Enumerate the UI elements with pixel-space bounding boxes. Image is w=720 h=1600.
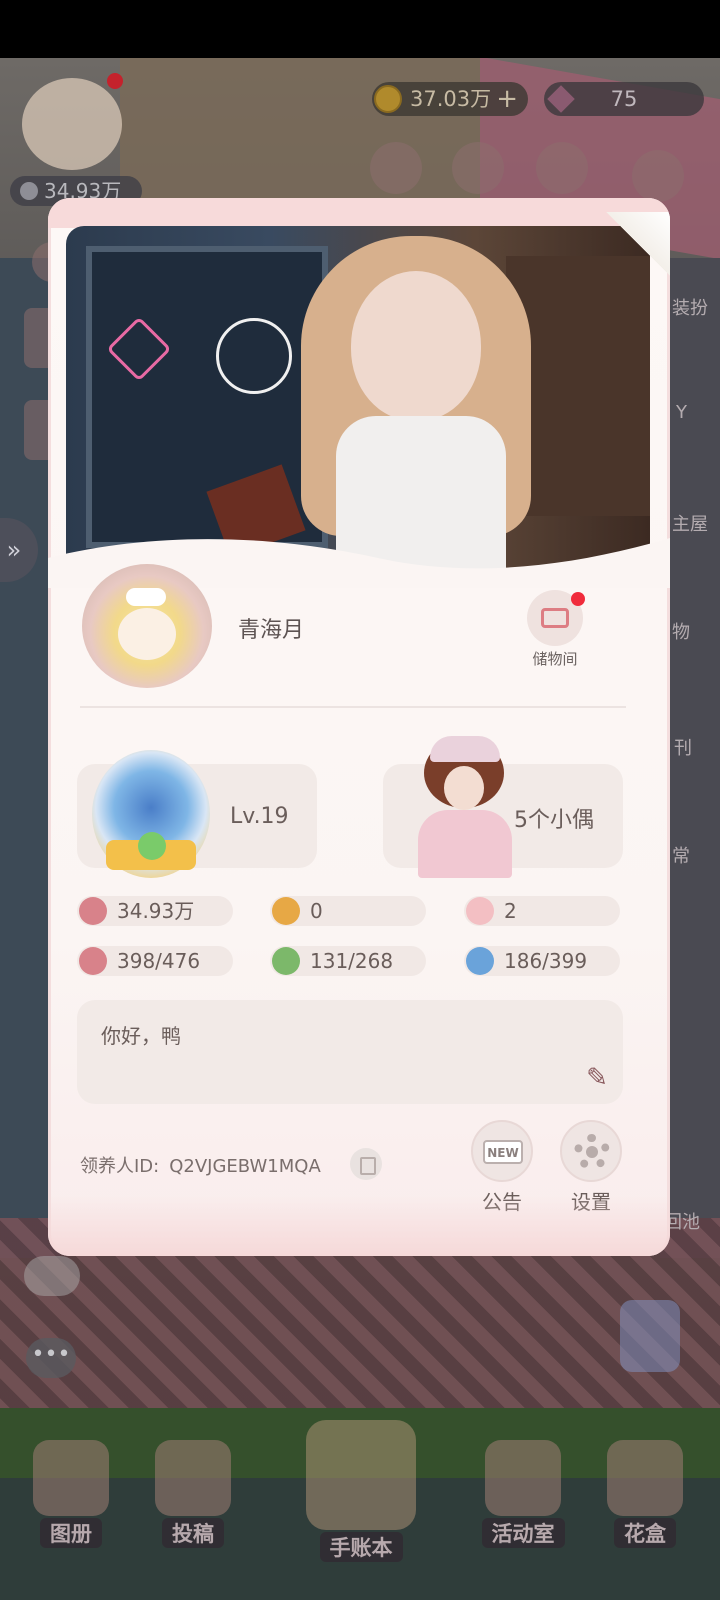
- mini-doll-dress: [418, 810, 512, 878]
- signature-box[interactable]: 你好，鸭 ✎: [77, 1000, 623, 1104]
- adopter-id-label: 领养人ID:: [80, 1156, 160, 1177]
- hud-gem-chip[interactable]: 75: [544, 82, 704, 116]
- video-icon[interactable]: [452, 142, 504, 194]
- level-badge-icon: [92, 750, 210, 878]
- heart-icon: [466, 897, 494, 925]
- copy-icon[interactable]: [350, 1148, 382, 1180]
- settings-circle: [560, 1120, 622, 1182]
- profile-divider: [80, 706, 626, 708]
- heart-icon[interactable]: [536, 142, 588, 194]
- adopter-id-value: Q2VJGEBW1MQA: [169, 1156, 321, 1177]
- avatar-bow: [126, 588, 166, 606]
- storage-room-label: 储物间: [532, 650, 578, 668]
- stat-outfits-value: 398/476: [117, 949, 201, 973]
- profile-avatar[interactable]: [82, 564, 212, 688]
- coin-icon: [374, 85, 402, 113]
- flower-box-icon: [607, 1440, 683, 1516]
- profile-banner-image[interactable]: [66, 226, 650, 570]
- nav-submit-label: 投稿: [162, 1518, 224, 1548]
- card-bottom-strip: [48, 1196, 670, 1256]
- stat-fans-value: 34.93万: [117, 899, 195, 923]
- add-coins-button[interactable]: +: [496, 82, 518, 116]
- hud-avatar-notification-dot: [107, 73, 123, 89]
- stat-outfits: 398/476: [77, 946, 233, 976]
- dress-icon: [79, 947, 107, 975]
- adopter-id-row: 领养人ID: Q2VJGEBW1MQA: [80, 1152, 321, 1178]
- handbook-icon: [306, 1420, 416, 1530]
- bunny-icon[interactable]: [370, 142, 422, 194]
- mini-doll-face: [444, 766, 484, 810]
- side-label-daily[interactable]: 常: [672, 842, 690, 868]
- card-top-strip: [48, 198, 670, 228]
- footprint-icon: [272, 897, 300, 925]
- storage-box-icon: [541, 608, 569, 628]
- bunny-decoration-icon: [24, 1256, 80, 1296]
- mini-doll-avatar: [410, 736, 520, 878]
- chat-icon[interactable]: •••: [26, 1338, 76, 1378]
- hud-gem-value: 75: [610, 87, 638, 111]
- album-icon: [33, 1440, 109, 1516]
- profile-nickname: 青海月: [238, 618, 305, 643]
- stat-footprints-value: 0: [310, 899, 323, 923]
- gem-icon: [547, 85, 575, 113]
- stat-hearts-value: 2: [504, 899, 517, 923]
- nav-album[interactable]: 图册: [16, 1440, 126, 1548]
- new-tag-icon: NEW: [483, 1140, 523, 1164]
- nav-flower-box-label: 花盒: [614, 1518, 676, 1548]
- nav-activity-room-label: 活动室: [481, 1518, 565, 1548]
- hud-avatar[interactable]: [22, 78, 122, 170]
- flower-icon[interactable]: [632, 150, 684, 202]
- neon-hello-sign: [216, 318, 292, 394]
- stat-furniture: 131/268: [270, 946, 426, 976]
- fans-icon: [20, 182, 38, 200]
- dolls-count: 5个小偶: [514, 808, 594, 833]
- badge-flower: [138, 832, 166, 860]
- film-icon: [155, 1440, 231, 1516]
- hud-coin-value: 37.03万: [410, 87, 492, 111]
- banner-doll-face: [351, 271, 481, 421]
- storage-room-button[interactable]: 储物间: [524, 590, 586, 669]
- storage-notification-dot: [571, 592, 585, 606]
- storage-circle: [527, 590, 585, 646]
- bag-icon: [466, 947, 494, 975]
- nav-album-label: 图册: [40, 1518, 102, 1548]
- stat-furniture-value: 131/268: [310, 949, 394, 973]
- stat-hearts: 2: [464, 896, 620, 926]
- side-label-journal[interactable]: 刊: [674, 734, 692, 760]
- nav-handbook[interactable]: 手账本: [296, 1420, 426, 1562]
- level-value: Lv.19: [230, 804, 289, 829]
- teddy-bear-icon: [485, 1440, 561, 1516]
- announcement-circle: NEW: [471, 1120, 533, 1182]
- fans-icon: [79, 897, 107, 925]
- nav-activity-room[interactable]: 活动室: [468, 1440, 578, 1548]
- mini-doll-hat: [430, 736, 500, 762]
- hud-coin-chip[interactable]: 37.03万 +: [372, 82, 528, 116]
- stat-bags-value: 186/399: [504, 949, 588, 973]
- gear-icon: [574, 1134, 610, 1170]
- phone-icon[interactable]: [620, 1300, 680, 1372]
- furniture-icon: [272, 947, 300, 975]
- nav-submit[interactable]: 投稿: [138, 1440, 248, 1548]
- side-label-y[interactable]: Y: [676, 402, 687, 423]
- page-corner-fold: [606, 212, 670, 276]
- side-label-item[interactable]: 物: [672, 618, 690, 644]
- status-bar: [0, 0, 720, 58]
- side-label-main-house[interactable]: 主屋: [672, 510, 708, 536]
- side-label-dressup[interactable]: 装扮: [672, 294, 708, 320]
- avatar-face: [118, 608, 176, 660]
- nav-handbook-label: 手账本: [319, 1532, 403, 1562]
- nav-flower-box[interactable]: 花盒: [590, 1440, 700, 1548]
- profile-card: 青海月 储物间 Lv.19 5个小偶 34.93万 0 2 398/476 13…: [48, 198, 670, 1256]
- edit-pen-icon[interactable]: ✎: [579, 1060, 615, 1096]
- stat-fans: 34.93万: [77, 896, 233, 926]
- stat-footprints: 0: [270, 896, 426, 926]
- stat-bags: 186/399: [464, 946, 620, 976]
- signature-text: 你好，鸭: [101, 1024, 181, 1048]
